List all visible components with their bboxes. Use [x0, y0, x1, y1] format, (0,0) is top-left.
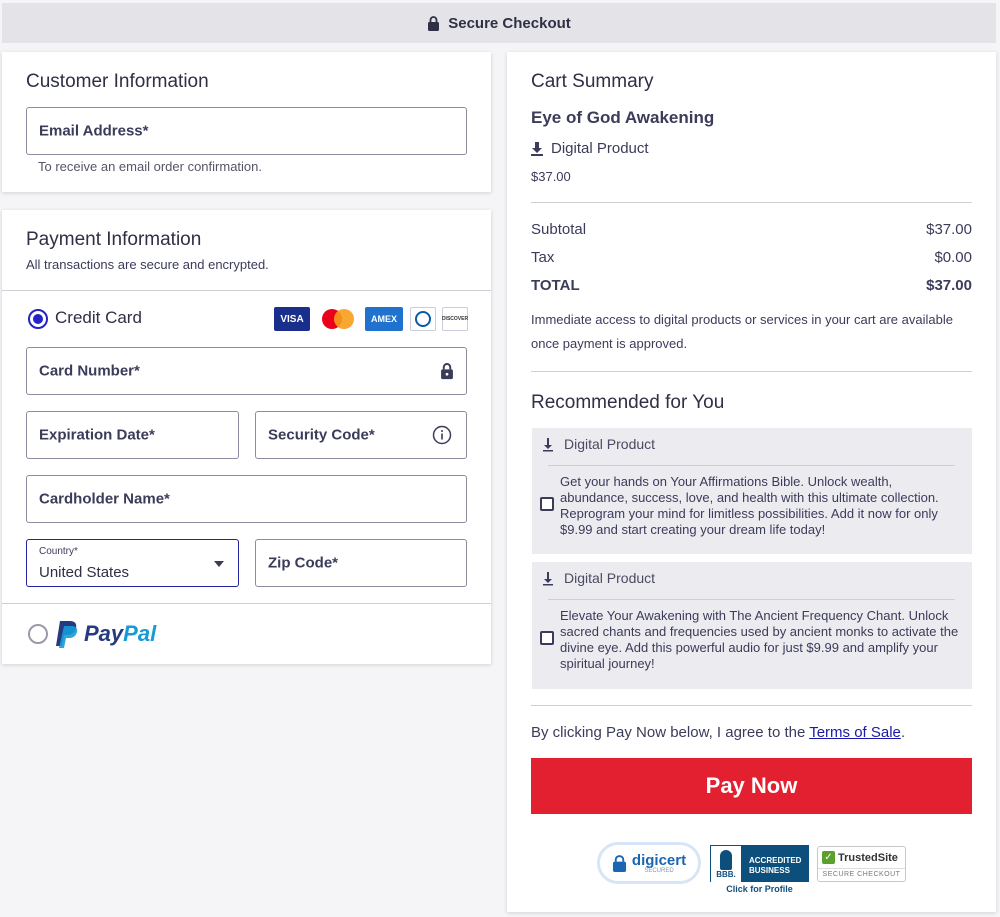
paypal-icon [56, 621, 78, 648]
pay-now-button[interactable]: Pay Now [531, 758, 972, 814]
access-note: Immediate access to digital products or … [531, 312, 953, 351]
terms-of-sale-link[interactable]: Terms of Sale [809, 724, 901, 741]
recommendation-item: Digital Product Elevate Your Awakening w… [532, 562, 972, 689]
digicert-badge[interactable]: digicert SECURED [597, 842, 701, 884]
customer-info-card: Customer Information Email Address* To r… [2, 52, 491, 192]
bbb-mark: BBB. [716, 870, 736, 879]
subtotal-label: Subtotal [531, 221, 587, 238]
cart-divider-2 [531, 371, 972, 372]
digicert-name: digicert [631, 851, 687, 869]
email-hint: To receive an email order confirmation. [38, 159, 262, 174]
recommendation-type: Digital Product [564, 570, 656, 586]
payment-info-title: Payment Information [26, 229, 202, 250]
banner-title: Secure Checkout [448, 14, 571, 32]
credit-card-label[interactable]: Credit Card [55, 308, 142, 328]
total-label: TOTAL [531, 277, 580, 294]
recommendation-item: Digital Product Get your hands on Your A… [532, 428, 972, 554]
terms-prefix: By clicking Pay Now below, I agree to th… [531, 724, 810, 741]
product-price: $37.00 [531, 169, 571, 184]
recommendation-checkbox[interactable] [540, 497, 554, 511]
payment-divider-bottom [2, 603, 491, 604]
bbb-badge[interactable]: BBB. ACCREDITED BUSINESS Click for Profi… [710, 845, 809, 895]
download-icon [543, 438, 553, 452]
padlock-icon [612, 854, 626, 872]
check-icon: ✓ [822, 851, 835, 864]
paypal-logo[interactable]: PayPal [54, 618, 156, 650]
payment-subtitle: All transactions are secure and encrypte… [26, 257, 269, 272]
customer-info-title: Customer Information [26, 71, 209, 92]
security-code-field[interactable]: Security Code* [255, 411, 467, 459]
lock-icon [441, 363, 453, 380]
secure-checkout-banner: Secure Checkout [2, 3, 996, 43]
paypal-radio[interactable] [28, 624, 48, 644]
recommendation-checkbox[interactable] [540, 631, 554, 645]
info-icon[interactable] [432, 425, 452, 445]
bbb-line2: BUSINESS [749, 866, 790, 875]
recommendation-divider [548, 599, 955, 600]
country-value: United States [39, 564, 130, 581]
download-icon [531, 142, 543, 156]
country-select[interactable]: Country* United States [26, 539, 239, 587]
cardholder-name-field[interactable]: Cardholder Name* [26, 475, 467, 523]
subtotal-value: $37.00 [926, 221, 972, 238]
email-placeholder: Email Address* [39, 122, 149, 140]
email-field[interactable]: Email Address* [26, 107, 467, 155]
cart-summary-title: Cart Summary [531, 71, 654, 92]
diners-logo [410, 307, 436, 331]
security-code-placeholder: Security Code* [268, 426, 375, 444]
bbb-line1: ACCREDITED [749, 856, 802, 865]
chevron-down-icon [214, 561, 224, 567]
zip-code-field[interactable]: Zip Code* [255, 539, 467, 587]
download-icon [543, 572, 553, 586]
expiration-date-field[interactable]: Expiration Date* [26, 411, 239, 459]
terms-text: By clicking Pay Now below, I agree to th… [531, 724, 905, 741]
card-number-field[interactable]: Card Number* [26, 347, 467, 395]
payment-info-card: Payment Information All transactions are… [2, 210, 491, 664]
payment-divider-top [2, 290, 491, 291]
credit-card-radio[interactable] [28, 309, 48, 329]
expiration-placeholder: Expiration Date* [39, 426, 155, 444]
discover-logo: DISCOVER [442, 307, 468, 331]
total-value: $37.00 [926, 277, 972, 294]
country-label: Country* [39, 546, 78, 557]
cart-divider-1 [531, 202, 972, 203]
cart-divider-3 [531, 705, 972, 706]
amex-logo: AMEX [365, 307, 403, 331]
recommendation-type: Digital Product [564, 436, 656, 452]
recommendation-text: Elevate Your Awakening with The Ancient … [560, 608, 959, 671]
card-number-placeholder: Card Number* [39, 362, 140, 380]
paypal-text-pal: Pal [123, 621, 157, 646]
recommendation-text: Get your hands on Your Affirmations Bibl… [560, 474, 939, 537]
lock-icon [428, 15, 440, 31]
product-name: Eye of God Awakening [531, 108, 715, 127]
paypal-text-pay: Pay [84, 621, 124, 646]
bbb-caption: Click for Profile [726, 884, 793, 894]
trustedsite-sub: SECURE CHECKOUT [822, 871, 901, 878]
tax-value: $0.00 [934, 249, 972, 266]
bbb-torch-icon [720, 850, 732, 870]
visa-logo: VISA [274, 307, 310, 331]
recommendation-divider [548, 465, 955, 466]
recommended-title: Recommended for You [531, 392, 725, 413]
zip-placeholder: Zip Code* [268, 554, 338, 572]
terms-suffix: . [900, 724, 906, 741]
tax-label: Tax [531, 249, 555, 266]
product-type: Digital Product [551, 140, 649, 157]
cardholder-placeholder: Cardholder Name* [39, 490, 170, 508]
trustedsite-name: TrustedSite [838, 851, 898, 864]
mastercard-logo [320, 307, 356, 331]
trustedsite-badge[interactable]: ✓ TrustedSite SECURE CHECKOUT [817, 846, 906, 882]
